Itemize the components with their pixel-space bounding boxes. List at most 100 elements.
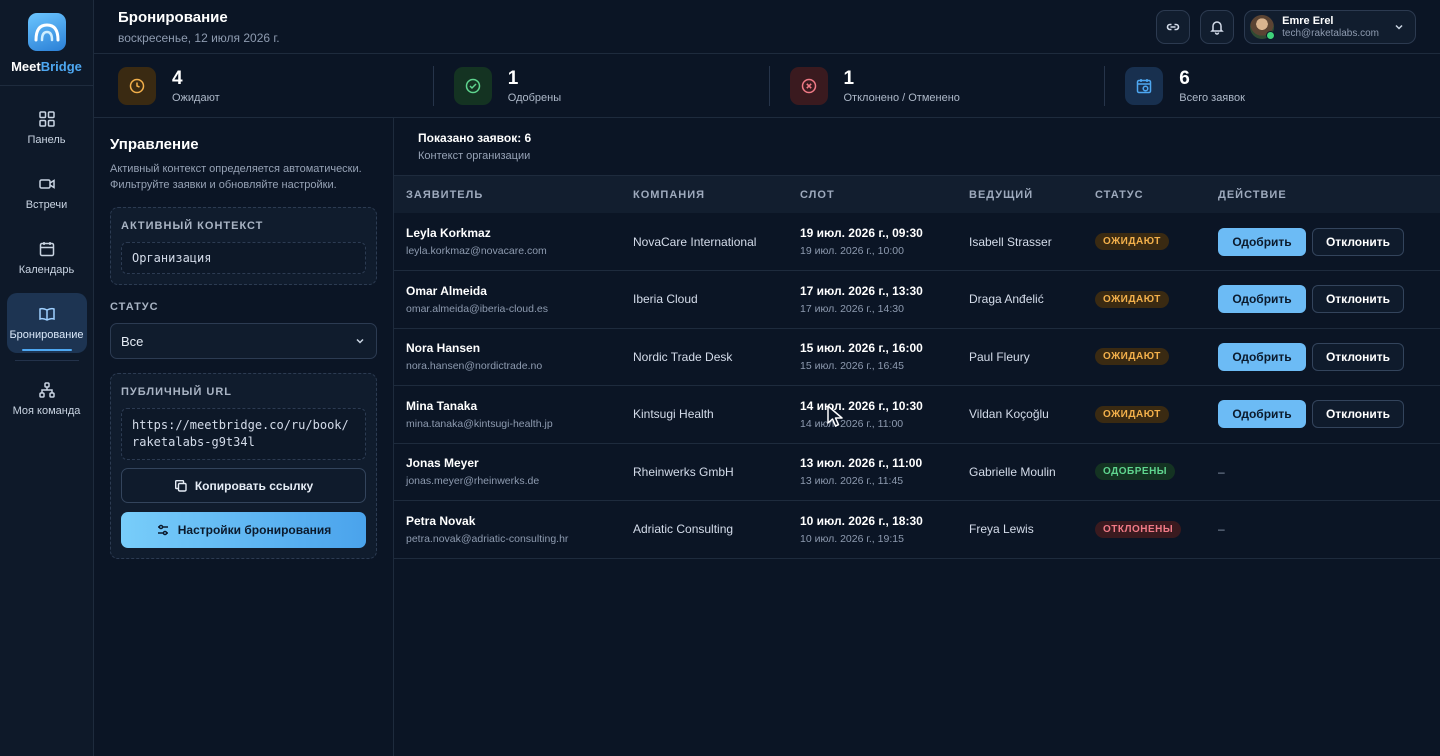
user-email: tech@raketalabs.com: [1282, 27, 1379, 39]
applicant-name: Petra Novak: [406, 513, 476, 528]
host: Vildan Koçoğlu: [969, 407, 1049, 422]
host: Paul Fleury: [969, 349, 1030, 364]
sidebar-item-meetings[interactable]: Встречи: [7, 163, 87, 223]
copy-icon: [174, 479, 187, 492]
table-row: Omar Almeida omar.almeida@iberia-cloud.es…: [394, 271, 1440, 328]
host: Isabell Strasser: [969, 234, 1052, 249]
booking-settings-button[interactable]: Настройки бронирования: [121, 512, 366, 548]
company: Kintsugi Health: [633, 407, 714, 422]
host: Gabrielle Moulin: [969, 464, 1056, 479]
stat-value: 1: [507, 67, 519, 89]
company: NovaCare International: [633, 234, 757, 249]
reject-button[interactable]: Отклонить: [1312, 400, 1404, 429]
status-badge: ОЖИДАЮТ: [1095, 233, 1169, 250]
slot-start: 17 июл. 2026 г., 13:30: [800, 283, 923, 298]
applicant-name: Nora Hansen: [406, 341, 481, 356]
public-url-label: ПУБЛИЧНЫЙ URL: [121, 386, 233, 398]
stat-value: 6: [1179, 67, 1190, 89]
panel-description: Активный контекст определяется автоматич…: [110, 163, 362, 191]
sidebar-item-panel[interactable]: Панель: [7, 98, 87, 158]
approve-button[interactable]: Одобрить: [1218, 285, 1306, 314]
user-name: Emre Erel: [1282, 14, 1334, 27]
page-title: Бронирование: [118, 8, 228, 26]
slot-end: 10 июл. 2026 г., 19:15: [800, 532, 904, 545]
slot-end: 13 июл. 2026 г., 11:45: [800, 475, 904, 488]
sidebar-item-label: Бронирование: [9, 329, 84, 341]
sidebar-item-label: Моя команда: [12, 405, 81, 417]
content: Управление Активный контекст определяетс…: [94, 118, 1440, 756]
table-header-row: ЗАЯВИТЕЛЬ КОМПАНИЯ СЛОТ ВЕДУЩИЙ СТАТУС Д…: [394, 176, 1440, 213]
stat-total: 6 Всего заявок: [1104, 65, 1440, 106]
no-action: –: [1218, 464, 1225, 479]
clock-icon: [118, 66, 156, 105]
table-context: Контекст организации: [418, 150, 531, 162]
table-row: Petra Novak petra.novak@adriatic-consulti…: [394, 501, 1440, 558]
slot-start: 10 июл. 2026 г., 18:30: [800, 513, 923, 528]
notifications-button[interactable]: [1200, 9, 1235, 44]
chevron-down-icon: [356, 338, 364, 344]
reject-button[interactable]: Отклонить: [1312, 342, 1404, 371]
brand[interactable]: MeetBridge: [0, 0, 93, 86]
sidebar-item-calendar[interactable]: Календарь: [7, 228, 87, 288]
book-icon: [38, 307, 55, 321]
approve-button[interactable]: Одобрить: [1218, 400, 1306, 429]
requests-area: Показано заявок: 6 Контекст организации …: [394, 118, 1440, 756]
bell-icon: [1210, 20, 1224, 35]
reject-button[interactable]: Отклонить: [1312, 285, 1404, 314]
sidebar-item-booking[interactable]: Бронирование: [6, 293, 87, 353]
public-url-value[interactable]: https://meetbridge.co/ru/book/raketalabs…: [121, 408, 366, 460]
avatar: [1250, 14, 1276, 40]
company: Adriatic Consulting: [633, 522, 734, 537]
main: Бронирование воскресенье, 12 июля 2026 г…: [94, 0, 1440, 756]
sidebar: MeetBridge Панель Встречи Календарь Брон…: [0, 0, 94, 756]
sidebar-item-label: Встречи: [25, 199, 68, 211]
applicant-name: Mina Tanaka: [406, 398, 478, 413]
stat-label: Отклонено / Отменено: [843, 91, 960, 104]
table-row: Mina Tanaka mina.tanaka@kintsugi-health.j…: [394, 386, 1440, 443]
status-badge: ОДОБРЕНЫ: [1095, 463, 1176, 481]
requests-table: ЗАЯВИТЕЛЬ КОМПАНИЯ СЛОТ ВЕДУЩИЙ СТАТУС Д…: [394, 176, 1440, 559]
sidebar-item-label: Панель: [27, 134, 66, 146]
status-badge: ОЖИДАЮТ: [1095, 290, 1169, 308]
approve-button[interactable]: Одобрить: [1218, 342, 1306, 371]
slot-end: 17 июл. 2026 г., 14:30: [800, 302, 904, 315]
video-icon: [38, 179, 55, 189]
column-header: ВЕДУЩИЙ: [969, 188, 1034, 201]
slot-start: 14 июл. 2026 г., 10:30: [800, 398, 923, 413]
column-header: ДЕЙСТВИЕ: [1218, 188, 1287, 201]
shown-count: Показано заявок: 6: [418, 131, 532, 145]
slot-end: 19 июл. 2026 г., 10:00: [800, 245, 904, 257]
link-button[interactable]: [1156, 9, 1191, 44]
grid-icon: [38, 111, 55, 127]
stat-value: 4: [172, 67, 183, 89]
requests-info: Показано заявок: 6 Контекст организации: [394, 118, 1440, 176]
approve-button[interactable]: Одобрить: [1218, 227, 1306, 256]
chevron-down-icon: [1395, 24, 1403, 30]
team-icon: [38, 382, 55, 398]
copy-link-button[interactable]: Копировать ссылку: [121, 468, 366, 503]
column-header: СЛОТ: [800, 188, 835, 201]
status-select[interactable]: Все: [110, 323, 377, 359]
sidebar-item-team[interactable]: Моя команда: [7, 369, 87, 429]
user-menu[interactable]: Emre Erel tech@raketalabs.com: [1244, 9, 1416, 44]
company: Iberia Cloud: [633, 292, 698, 307]
reject-button[interactable]: Отклонить: [1312, 227, 1404, 256]
slot-start: 19 июл. 2026 г., 09:30: [800, 226, 923, 240]
calendar-clock-icon: [1125, 66, 1164, 105]
public-url-card: ПУБЛИЧНЫЙ URL https://meetbridge.co/ru/b…: [110, 373, 377, 559]
booking-settings-label: Настройки бронирования: [177, 523, 332, 537]
applicant-name: Jonas Meyer: [406, 456, 479, 471]
mouse-cursor-icon: [827, 405, 843, 427]
table-row: Jonas Meyer jonas.meyer@rheinwerks.de Rhei…: [394, 443, 1440, 501]
page-date: воскресенье, 12 июля 2026 г.: [118, 30, 280, 45]
slot-end: 14 июл. 2026 г., 11:00: [800, 417, 904, 430]
applicant-email: jonas.meyer@rheinwerks.de: [406, 475, 540, 488]
applicant-email: nora.hansen@nordictrade.no: [406, 360, 543, 373]
status-label: СТАТУС: [110, 301, 159, 313]
stats-bar: 4 Ожидают 1 Одобрены 1 Отклонено / Отменено…: [94, 54, 1440, 118]
app: MeetBridge Панель Встречи Календарь Брон…: [0, 0, 1440, 756]
applicant-email: petra.novak@adriatic-consulting.hr: [406, 532, 569, 545]
applicant-name: Omar Almeida: [406, 283, 487, 298]
company: Rheinwerks GmbH: [633, 464, 734, 479]
stat-label: Ожидают: [172, 91, 220, 104]
